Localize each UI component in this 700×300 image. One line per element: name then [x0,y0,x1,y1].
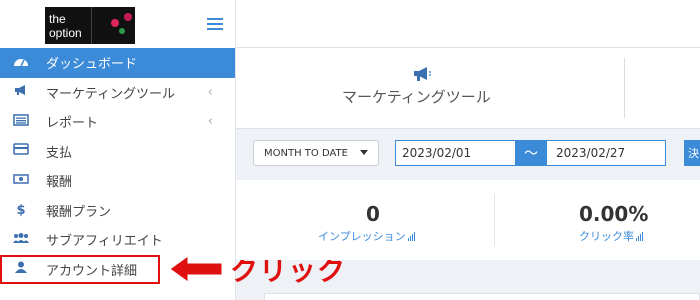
ctr-label-text: クリック率 [579,230,634,243]
user-icon [12,261,30,277]
chevron-left-icon: ‹ [207,84,213,100]
sidebar-item-label: マーケティングツール [46,86,175,102]
ctr-value: 0.00% [579,202,649,226]
report-icon [12,114,30,130]
logo-divider [91,7,92,44]
hamburger-menu-icon[interactable] [207,18,223,30]
sidebar-item-reports[interactable]: レポート ‹ [0,107,235,137]
sidebar-item-dashboard[interactable]: ダッシュボード [0,48,235,78]
caret-down-icon [360,150,368,155]
sidebar-item-marketing-tools[interactable]: マーケティングツール ‹ [0,78,235,108]
bar-chart-icon [407,231,416,244]
megaphone-icon [412,66,432,86]
arrow-left-icon [169,255,223,283]
sidebar-item-label: ダッシュボード [46,57,138,73]
bar-chart-icon [636,231,644,244]
megaphone-icon [12,84,30,100]
logo-text-line2: option [49,26,82,40]
bottom-card [264,293,700,300]
sidebar-item-account-details[interactable]: アカウント詳細 [0,254,160,284]
money-icon [12,173,30,189]
users-icon [12,232,30,248]
date-from-input[interactable]: 2023/02/01 [395,140,516,166]
period-dropdown[interactable]: MONTH TO DATE [253,140,379,166]
date-to-input[interactable]: 2023/02/27 [546,140,666,166]
credit-card-icon [12,143,30,159]
sidebar-item-label: アカウント詳細 [46,263,138,279]
sidebar-item-label: レポート [46,116,99,132]
period-dropdown-value: MONTH TO DATE [264,147,348,159]
stats-card: 0 インプレッション 0.00% クリック率 [236,180,700,260]
date-range-separator: ～ [516,140,546,166]
marketing-tools-label: マーケティングツール [342,88,491,106]
impressions-value: 0 [366,202,380,226]
sidebar-item-payments[interactable]: 支払 [0,137,235,167]
chevron-left-icon: ‹ [207,114,213,130]
sidebar-item-reward-plans[interactable]: $ 報酬プラン [0,196,235,226]
sidebar-item-rewards[interactable]: 報酬 [0,166,235,196]
dollar-icon: $ [16,202,26,218]
impressions-label-text: インプレッション [318,230,406,243]
ctr-label[interactable]: クリック率 [579,228,644,244]
logo-dot-icon [111,19,119,27]
card-divider [624,58,625,118]
impressions-label[interactable]: インプレッション [318,228,416,244]
sidebar-item-label: 支払 [46,145,73,161]
sidebar-item-label: 報酬プラン [46,204,112,220]
logo-dot-icon [124,13,132,21]
logo-dot-icon [119,28,125,34]
sidebar-item-label: サブアフィリエイト [46,234,163,250]
stats-divider [494,194,495,246]
logo[interactable]: the option [45,7,135,44]
top-bar [236,0,700,48]
dashboard-icon [12,55,30,71]
logo-area: the option [0,0,236,47]
logo-text-line1: the [49,12,66,26]
apply-button[interactable]: 決 [684,140,700,166]
main-content: マーケティングツール MONTH TO DATE 2023/02/01 ～ 20… [236,0,700,300]
sidebar-item-label: 報酬 [46,175,73,191]
